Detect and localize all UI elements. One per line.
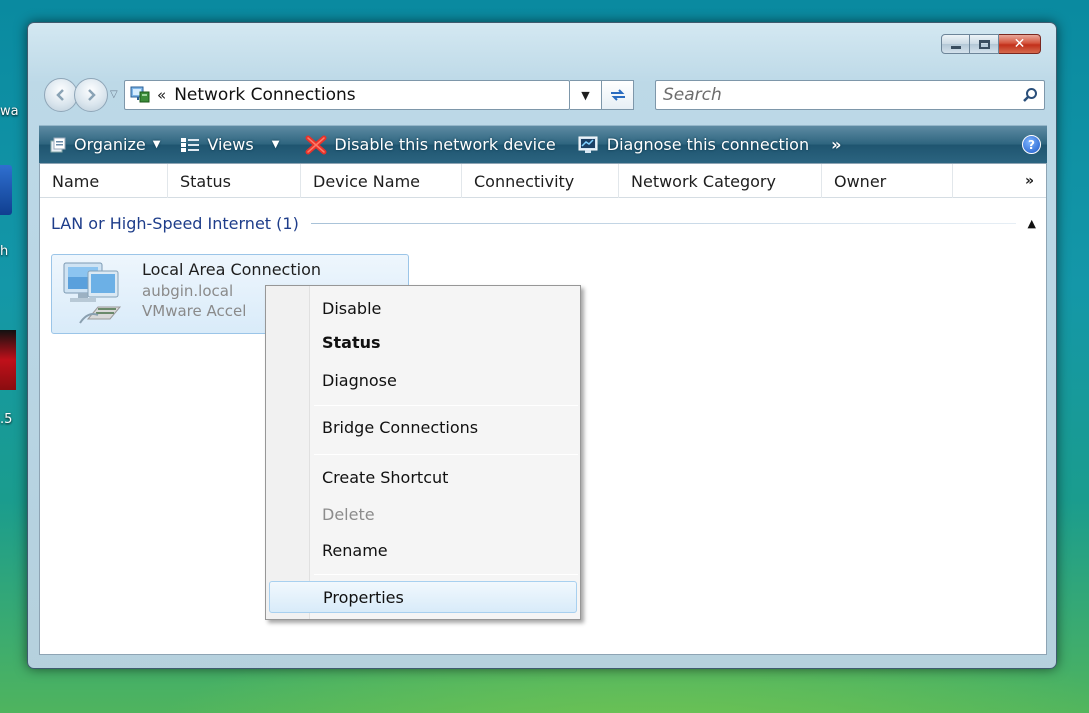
group-divider [310, 222, 1016, 224]
desktop-app-icon[interactable] [0, 165, 12, 215]
menu-item-properties[interactable]: Properties [269, 581, 577, 613]
minimize-button[interactable] [941, 34, 970, 54]
address-dropdown-button[interactable]: ▼ [570, 80, 602, 110]
menu-item-rename[interactable]: Rename [269, 534, 577, 566]
refresh-button[interactable] [602, 80, 634, 110]
views-dropdown-button[interactable]: ▼ [272, 139, 280, 150]
recent-pages-button[interactable]: ▽ [110, 89, 118, 100]
caption-buttons: ✕ [941, 34, 1041, 54]
chevron-down-icon: ▼ [271, 139, 280, 150]
address-path[interactable]: Network Connections [174, 85, 569, 105]
menu-item-delete: Delete [322, 504, 375, 524]
menu-item-create-shortcut[interactable]: Create Shortcut [269, 461, 577, 493]
forward-button[interactable] [74, 78, 108, 112]
organize-icon [49, 136, 67, 154]
column-header-connectivity[interactable]: Connectivity [462, 164, 619, 198]
organize-label: Organize [74, 135, 146, 154]
menu-item-diagnose[interactable]: Diagnose [269, 364, 577, 396]
organize-button[interactable]: Organize ▼ [49, 135, 160, 154]
close-button[interactable]: ✕ [999, 34, 1041, 54]
red-x-icon [305, 135, 327, 155]
chevron-up-icon[interactable]: ▲ [1028, 217, 1036, 230]
address-bar[interactable]: « Network Connections [124, 80, 570, 110]
diagnose-icon [578, 136, 600, 154]
views-label: Views [207, 135, 254, 154]
views-button[interactable]: Views [180, 135, 254, 154]
diagnose-connection-label: Diagnose this connection [606, 135, 810, 154]
group-header[interactable]: LAN or High-Speed Internet (1) ▲ [51, 212, 1036, 234]
column-header-name[interactable]: Name [40, 164, 168, 198]
address-chevron[interactable]: « [157, 86, 166, 104]
connection-device: VMware Accel [142, 302, 247, 320]
refresh-icon [610, 89, 625, 101]
chevron-down-icon: ▼ [152, 139, 161, 150]
desktop-icon-label: h [0, 244, 9, 259]
connection-domain: aubgin.local [142, 282, 234, 300]
diagnose-connection-button[interactable]: Diagnose this connection [578, 135, 809, 154]
close-icon: ✕ [1013, 36, 1026, 52]
network-adapter-icon [63, 262, 122, 324]
arrow-right-icon [88, 89, 96, 101]
context-menu: Disable Status Diagnose Bridge Connectio… [265, 285, 581, 620]
views-icon [180, 137, 200, 153]
group-title: LAN or High-Speed Internet (1) [51, 213, 299, 233]
desktop-icon-label: wa [0, 104, 19, 119]
column-header-owner[interactable]: Owner [822, 164, 953, 198]
minimize-icon [950, 45, 961, 49]
menu-separator [314, 454, 578, 455]
desktop-icon-label: .5 [0, 412, 13, 427]
maximize-button[interactable] [970, 34, 999, 54]
search-input[interactable]: Search [663, 85, 1016, 105]
column-header-device-name[interactable]: Device Name [301, 164, 462, 198]
disable-device-button[interactable]: Disable this network device [305, 135, 556, 155]
desktop-app-icon[interactable] [0, 330, 16, 390]
disable-device-label: Disable this network device [334, 135, 556, 154]
menu-item-disable[interactable]: Disable [269, 292, 577, 324]
desktop-edge: wa h .5 [0, 0, 30, 713]
connection-name: Local Area Connection [142, 260, 321, 279]
menu-item-bridge-connections[interactable]: Bridge Connections [269, 411, 577, 443]
back-button[interactable] [44, 78, 78, 112]
command-bar: Organize ▼ Views ▼ Disable this network … [39, 125, 1047, 163]
toolbar-overflow-button[interactable]: » [831, 135, 841, 154]
maximize-icon [978, 39, 990, 49]
search-box[interactable]: Search [655, 80, 1045, 110]
menu-item-status[interactable]: Status [269, 326, 577, 358]
column-header-overflow[interactable]: » [953, 164, 1046, 198]
search-icon[interactable] [1016, 87, 1044, 103]
menu-separator [314, 405, 578, 406]
network-connections-icon [129, 85, 151, 105]
help-icon[interactable]: ? [1022, 135, 1041, 154]
menu-separator [314, 574, 578, 575]
chevron-down-icon: ▼ [581, 88, 590, 102]
arrow-left-icon [56, 89, 64, 101]
column-header-status[interactable]: Status [168, 164, 301, 198]
column-header-network-category[interactable]: Network Category [619, 164, 822, 198]
column-header-row: Name Status Device Name Connectivity Net… [40, 164, 1046, 198]
